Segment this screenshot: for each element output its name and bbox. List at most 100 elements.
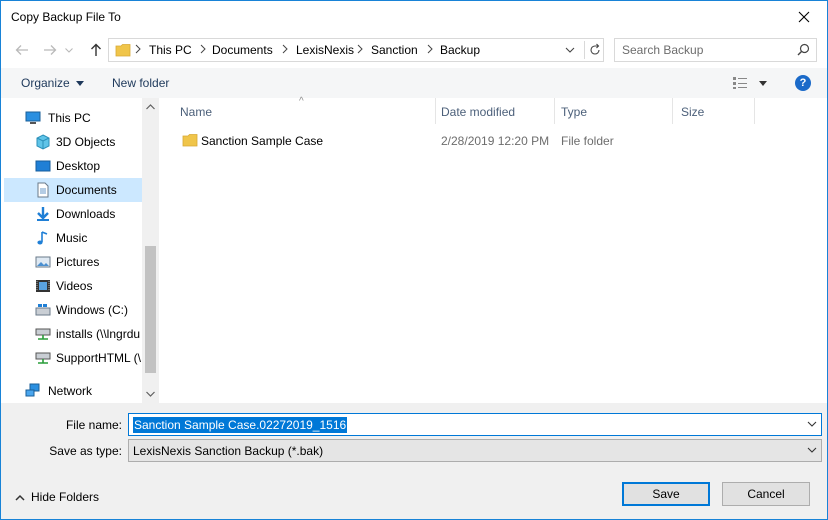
desktop-icon [35, 160, 51, 172]
chevron-right-icon [200, 44, 206, 54]
sidebar-item-installs[interactable]: installs (\\lngrdu [4, 322, 142, 346]
new-folder-button[interactable]: New folder [112, 76, 169, 90]
chevron-up-icon[interactable] [146, 104, 155, 110]
breadcrumb-this-pc[interactable]: This PC [149, 43, 192, 57]
refresh-button[interactable] [584, 41, 602, 59]
chevron-down-icon[interactable] [565, 43, 575, 57]
column-divider[interactable] [554, 98, 555, 124]
breadcrumb-backup[interactable]: Backup [440, 43, 480, 57]
arrow-up-icon [91, 43, 101, 56]
arrow-left-icon [15, 45, 28, 55]
file-type: File folder [561, 134, 614, 148]
caret-down-icon [759, 81, 767, 86]
save-form: File name: Sanction Sample Case.02272019… [1, 403, 827, 519]
sidebar-item-label: Music [56, 231, 88, 245]
sidebar-item-network[interactable]: Network [1, 379, 139, 403]
sidebar-item-label: Documents [56, 183, 117, 197]
refresh-icon [590, 43, 600, 55]
save-type-select[interactable]: LexisNexis Sanction Backup (*.bak) [128, 439, 822, 462]
file-row[interactable]: Sanction Sample Case 2/28/2019 12:20 PM … [173, 129, 773, 151]
chevron-down-icon[interactable] [146, 391, 155, 397]
recent-locations-button[interactable] [62, 39, 76, 61]
organize-label: Organize [21, 76, 70, 90]
sidebar-item-label: Network [48, 384, 93, 398]
breadcrumb-lexisnexis[interactable]: LexisNexis [296, 43, 354, 57]
save-button[interactable]: Save [622, 482, 710, 506]
column-divider[interactable] [672, 98, 673, 124]
sidebar-item-this-pc[interactable]: This PC [1, 106, 139, 130]
breadcrumb-documents[interactable]: Documents [212, 43, 273, 57]
folder-icon [115, 44, 131, 57]
network-drive-icon [35, 352, 51, 364]
chevron-down-icon[interactable] [807, 419, 817, 429]
chevron-down-icon [65, 47, 73, 53]
sidebar-item-label: Pictures [56, 255, 100, 269]
forward-button[interactable] [39, 39, 61, 61]
sidebar-item-label: installs (\\lngrdu [56, 327, 141, 341]
file-list: ^ Name Date modified Type Size Sanction … [159, 96, 827, 403]
close-icon [798, 11, 810, 22]
navigation-scrollbar[interactable] [142, 98, 159, 403]
sort-ascending-icon: ^ [299, 96, 304, 107]
organize-button[interactable]: Organize [21, 76, 85, 90]
up-button[interactable] [85, 39, 107, 61]
view-options-button[interactable] [732, 76, 772, 92]
column-header-size[interactable]: Size [681, 105, 704, 119]
hide-folders-button[interactable]: Hide Folders [15, 490, 99, 504]
sidebar-item-windows-c[interactable]: Windows (C:) [4, 298, 142, 322]
download-icon [37, 207, 49, 221]
sidebar-item-pictures[interactable]: Pictures [4, 250, 142, 274]
sidebar-item-label: This PC [48, 111, 91, 125]
chevron-right-icon [357, 44, 363, 54]
sidebar-item-downloads[interactable]: Downloads [4, 202, 142, 226]
column-header-type[interactable]: Type [561, 105, 587, 119]
network-drive-icon [35, 328, 51, 340]
column-header-date-modified[interactable]: Date modified [441, 105, 515, 119]
sidebar-item-documents[interactable]: Documents [4, 178, 142, 202]
folder-icon [182, 134, 198, 147]
sidebar-item-label: Videos [56, 279, 93, 293]
file-date: 2/28/2019 12:20 PM [441, 134, 550, 148]
pictures-icon [35, 256, 51, 268]
sidebar-item-supporthtml[interactable]: SupportHTML (\ [4, 346, 142, 370]
arrow-right-icon [44, 45, 57, 55]
sidebar-item-label: SupportHTML (\ [56, 351, 141, 365]
window-title: Copy Backup File To [11, 10, 121, 24]
command-bar: Organize New folder ? [1, 68, 827, 98]
search-input[interactable]: Search Backup [614, 38, 817, 62]
save-type-value: LexisNexis Sanction Backup (*.bak) [133, 444, 324, 458]
back-button[interactable] [11, 39, 33, 61]
sidebar-item-desktop[interactable]: Desktop [4, 154, 142, 178]
details-view-icon [733, 77, 747, 89]
breadcrumb-sanction[interactable]: Sanction [371, 43, 418, 57]
sidebar-item-3d-objects[interactable]: 3D Objects [4, 130, 142, 154]
network-icon [25, 383, 40, 397]
drive-icon [35, 304, 51, 316]
column-divider[interactable] [435, 98, 436, 124]
cancel-button[interactable]: Cancel [722, 482, 810, 506]
video-icon [36, 280, 50, 292]
save-type-label: Save as type: [49, 444, 122, 458]
column-divider[interactable] [754, 98, 755, 124]
chevron-right-icon [135, 44, 141, 54]
hide-folders-label: Hide Folders [31, 490, 100, 504]
chevron-up-icon [15, 495, 25, 501]
chevron-down-icon [807, 447, 817, 453]
music-icon [37, 231, 48, 245]
chevron-right-icon [427, 44, 433, 54]
column-header-name[interactable]: Name [180, 105, 212, 119]
search-icon [797, 43, 810, 56]
scrollbar-thumb[interactable] [145, 246, 156, 373]
sidebar-item-label: Desktop [56, 159, 101, 173]
address-bar[interactable]: This PC Documents LexisNexis Sanction Ba… [108, 38, 604, 62]
close-button[interactable] [781, 1, 827, 32]
title-bar: Copy Backup File To [1, 1, 827, 32]
save-dialog: Copy Backup File To This PC Documents Le… [0, 0, 828, 520]
help-icon[interactable]: ? [795, 75, 811, 91]
search-placeholder: Search Backup [622, 43, 704, 57]
sidebar-item-videos[interactable]: Videos [4, 274, 142, 298]
sidebar-item-music[interactable]: Music [4, 226, 142, 250]
sidebar-item-label: Downloads [56, 207, 116, 221]
filename-input[interactable]: Sanction Sample Case.02272019_1516 [128, 413, 822, 436]
sidebar-item-label: 3D Objects [56, 135, 116, 149]
